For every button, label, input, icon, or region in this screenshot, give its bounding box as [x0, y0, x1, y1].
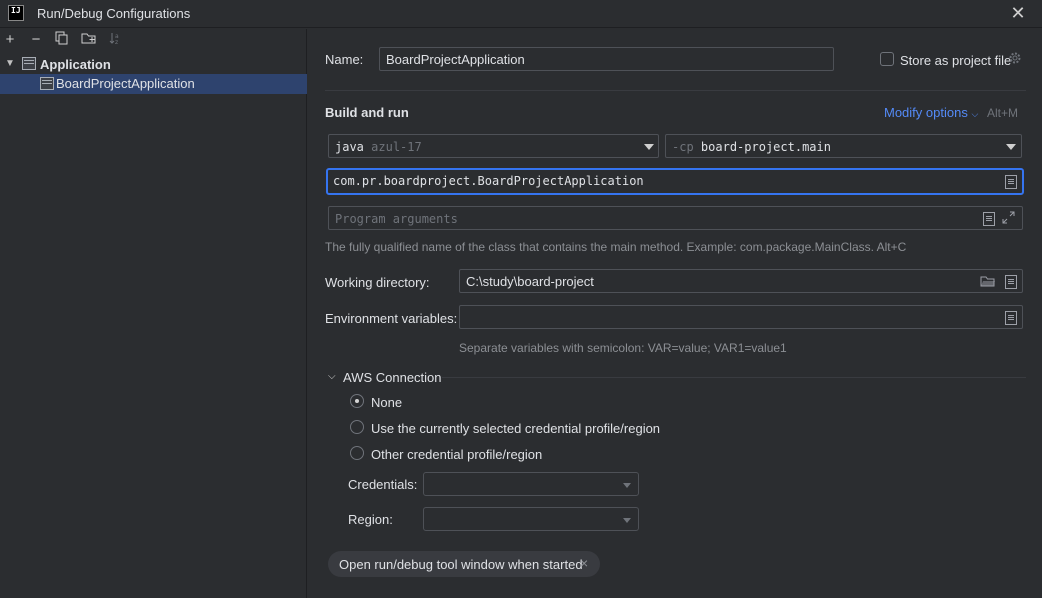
modify-options-shortcut: Alt+M [987, 106, 1019, 120]
jdk-value: azul-17 [371, 140, 422, 154]
tree-item-application[interactable]: ▼ Application [0, 54, 307, 74]
cp-value: board-project.main [700, 140, 831, 154]
modify-options-link[interactable]: Modify options ⌵ [884, 105, 978, 120]
aws-other-profile-label: Other credential profile/region [371, 447, 543, 462]
close-icon[interactable]: × [580, 555, 588, 571]
chevron-down-icon[interactable]: ⌵ [328, 371, 336, 382]
chevron-down-icon: ⌵ [971, 109, 979, 119]
aws-other-profile-radio[interactable] [350, 446, 364, 460]
environment-variables-hint: Separate variables with semicolon: VAR=v… [459, 341, 787, 355]
open-tool-window-chip[interactable]: Open run/debug tool window when started … [328, 551, 600, 577]
region-label: Region: [348, 512, 393, 527]
gear-icon[interactable] [1008, 51, 1022, 65]
build-and-run-title: Build and run [325, 105, 409, 120]
region-select[interactable] [423, 507, 639, 531]
credentials-select[interactable] [423, 472, 639, 496]
chevron-down-icon[interactable]: ▼ [5, 54, 15, 74]
environment-variables-label: Environment variables: [325, 311, 458, 326]
separator [442, 377, 1026, 378]
folder-icon[interactable] [980, 275, 996, 291]
tree-item-label: Application [40, 57, 111, 72]
working-directory-label: Working directory: [325, 275, 430, 290]
chevron-down-icon [644, 144, 654, 150]
credentials-label: Credentials: [348, 477, 418, 492]
browse-icon[interactable] [1005, 311, 1017, 325]
store-as-project-file-label: Store as project file [900, 53, 1012, 68]
main-class-hint: The fully qualified name of the class th… [325, 240, 907, 254]
expand-icon[interactable] [1002, 211, 1015, 227]
remove-icon[interactable]: − [27, 31, 45, 49]
aws-current-profile-label: Use the currently selected credential pr… [371, 421, 661, 436]
aws-none-label: None [371, 395, 403, 410]
open-tool-window-label: Open run/debug tool window when started [339, 557, 583, 572]
sort-icon[interactable]: az [106, 31, 124, 49]
working-directory-value: C:\study\board-project [466, 274, 594, 289]
copy-icon[interactable] [53, 31, 71, 49]
name-input-value: BoardProjectApplication [386, 52, 525, 67]
window-title: Run/Debug Configurations [37, 6, 191, 21]
intellij-logo-icon: IJ [8, 5, 24, 21]
jdk-select[interactable]: java azul-17 [328, 134, 659, 158]
environment-variables-input[interactable] [459, 305, 1023, 329]
add-icon[interactable]: + [1, 31, 19, 49]
program-arguments-input[interactable]: Program arguments [328, 206, 1023, 230]
application-config-icon [40, 77, 54, 90]
classpath-module-select[interactable]: -cp board-project.main [665, 134, 1022, 158]
close-icon[interactable]: ✕ [1009, 4, 1027, 22]
main-class-input[interactable]: com.pr.boardproject.BoardProjectApplicat… [326, 168, 1024, 195]
aws-connection-title[interactable]: AWS Connection [343, 370, 442, 385]
chevron-down-icon [1006, 144, 1016, 150]
modify-options-label: Modify options [884, 105, 968, 120]
browse-icon[interactable] [1005, 175, 1017, 189]
application-config-icon [22, 57, 36, 70]
working-directory-input[interactable]: C:\study\board-project [459, 269, 1023, 293]
name-input[interactable]: BoardProjectApplication [379, 47, 834, 71]
aws-current-profile-radio[interactable] [350, 420, 364, 434]
tree-item-label: BoardProjectApplication [56, 76, 195, 91]
new-folder-icon[interactable] [80, 31, 98, 49]
browse-icon[interactable] [1005, 275, 1017, 289]
store-as-project-file-checkbox[interactable] [880, 52, 894, 66]
configurations-tree-pane [0, 29, 307, 598]
jdk-prefix: java [335, 140, 364, 154]
svg-text:z: z [115, 39, 118, 45]
chevron-down-icon [623, 483, 631, 488]
program-arguments-placeholder: Program arguments [335, 212, 458, 226]
tree-item-boardprojectapplication[interactable]: BoardProjectApplication [0, 74, 307, 94]
browse-icon[interactable] [983, 212, 995, 226]
chevron-down-icon [623, 518, 631, 523]
main-class-value: com.pr.boardproject.BoardProjectApplicat… [333, 174, 644, 188]
aws-none-radio[interactable] [350, 394, 364, 408]
cp-prefix: -cp [672, 140, 694, 154]
separator [325, 90, 1026, 91]
name-label: Name: [325, 52, 364, 67]
